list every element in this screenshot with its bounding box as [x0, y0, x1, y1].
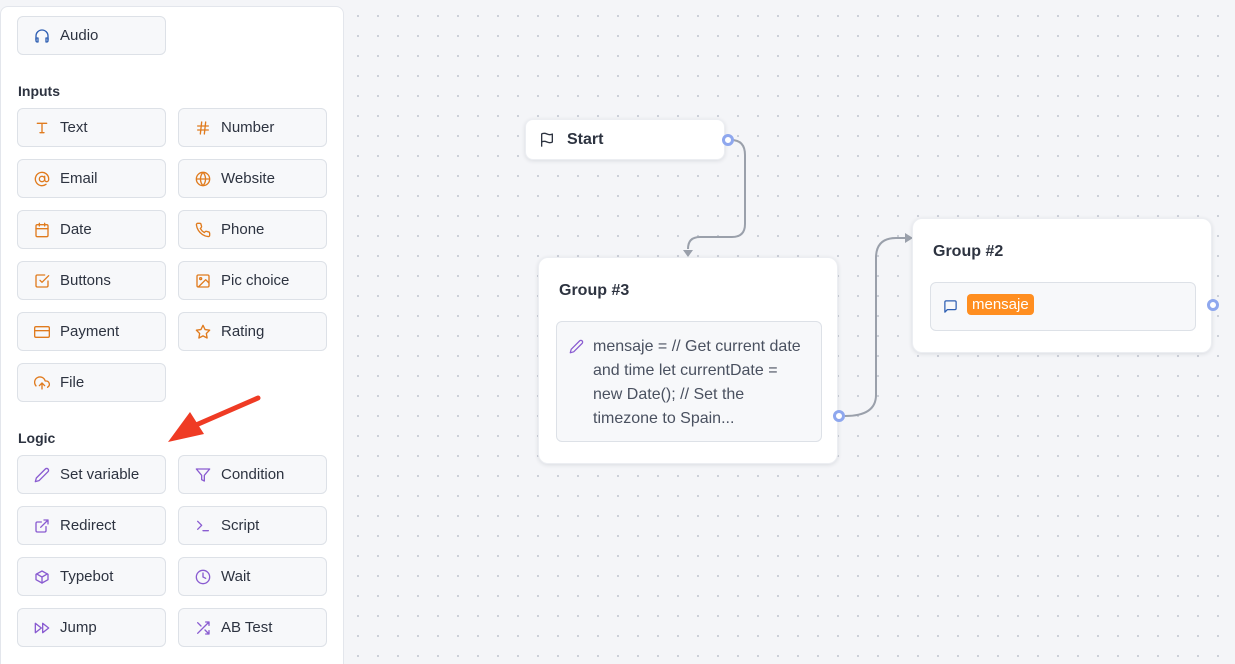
group-2-node[interactable]: Group #2 mensaje [912, 218, 1212, 353]
set-variable-block[interactable]: mensaje = // Get current date and time l… [556, 321, 822, 442]
group-2-output-port[interactable] [1207, 299, 1219, 311]
variable-tag: mensaje [967, 294, 1034, 315]
connector-group3-to-group2 [844, 237, 906, 417]
group-3-output-port[interactable] [833, 410, 845, 422]
start-node-label: Start [567, 131, 604, 148]
group-3-node[interactable]: Group #3 mensaje = // Get current date a… [538, 257, 838, 464]
set-variable-block-text: mensaje = // Get current date and time l… [593, 338, 801, 427]
start-output-port[interactable] [722, 134, 734, 146]
chat-bubble-icon [944, 300, 957, 313]
group-2-title: Group #2 [933, 243, 1004, 260]
text-bubble-block[interactable]: mensaje [930, 282, 1196, 331]
start-node[interactable]: Start [525, 119, 725, 160]
connector-start-arrowhead [683, 250, 693, 257]
flag-icon [541, 132, 553, 147]
pencil-icon [569, 339, 584, 354]
group-3-title: Group #3 [559, 282, 630, 299]
